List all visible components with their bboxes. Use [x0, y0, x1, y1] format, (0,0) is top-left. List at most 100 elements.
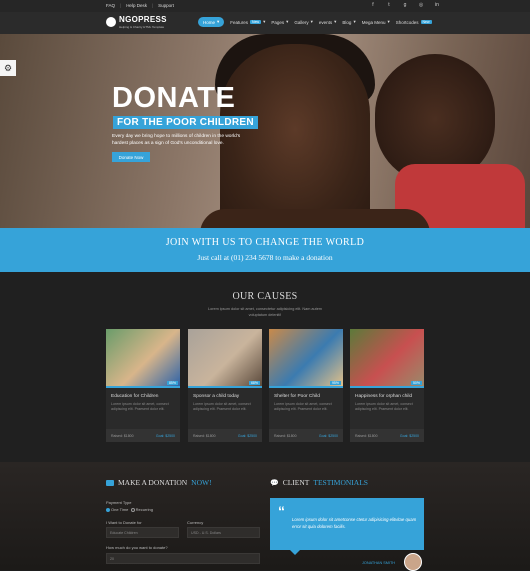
goal-amount: Goal: $2500 [237, 433, 257, 438]
top-link-support[interactable]: Support [158, 3, 174, 8]
cause-description: Lorem ipsum dolor sit amet, consect adip… [111, 402, 169, 411]
progress-bar [269, 386, 343, 388]
cause-title[interactable]: Shelter for Poor Child [274, 394, 320, 399]
quote-icon: “ [278, 503, 285, 519]
testimonial-author: JONATHAN SMITH [362, 561, 396, 565]
goal-amount: Goal: $2500 [155, 433, 175, 438]
hero-banner [0, 34, 530, 228]
avatar [404, 553, 422, 571]
chevron-down-icon: ▾ [217, 19, 220, 24]
brand-tagline: Helping & Charity HTML Template [119, 25, 165, 29]
cause-card[interactable]: 85% Education for Children Lorem ipsum d… [106, 329, 180, 442]
radio-one-time[interactable] [106, 507, 110, 512]
currency-select[interactable]: USD - U.S. Dollars [187, 527, 260, 538]
nav-label: Pages [271, 19, 285, 25]
goal-amount: Goal: $2500 [318, 433, 338, 438]
cause-image[interactable] [188, 329, 262, 386]
cause-image[interactable] [106, 329, 180, 386]
amount-label: How much do you want to donate? [106, 545, 168, 550]
google-plus-icon[interactable]: g [402, 2, 408, 8]
payment-type-options: One Time Recurring [106, 507, 153, 512]
raised-amount: Raised: $1800 [274, 433, 297, 438]
chevron-down-icon: ▾ [387, 19, 390, 24]
join-subheading: Just call at (01) 234 5678 to make a don… [197, 253, 333, 262]
cause-footer: Raised: $1800 Goal: $2500 [188, 429, 262, 442]
amount-value: 20 [110, 556, 114, 561]
cause-title[interactable]: Education for Children [111, 394, 158, 399]
chevron-down-icon: ▾ [353, 19, 356, 24]
nav-item-features[interactable]: Features New ▾ [230, 17, 265, 27]
donation-title: MAKE A DONATION [118, 478, 188, 487]
nav-item-blog[interactable]: Blog ▾ [342, 17, 355, 27]
cause-card[interactable]: 50% Happiness for orphan child Lorem ips… [350, 329, 424, 442]
chevron-down-icon: ▾ [286, 19, 289, 24]
nav-item-pages[interactable]: Pages ▾ [271, 17, 288, 27]
facebook-icon[interactable]: f [370, 2, 376, 8]
nav-item-events[interactable]: events ▾ [319, 17, 337, 27]
cause-image[interactable] [269, 329, 343, 386]
progress-badge: 50% [410, 381, 422, 385]
top-link-help-desk[interactable]: Help Desk [126, 3, 147, 8]
donation-testimonials-section [0, 462, 530, 570]
donation-heading: MAKE A DONATION NOW! [106, 478, 212, 487]
recurring-label: Recurring [135, 507, 153, 512]
join-banner: JOIN WITH US TO CHANGE THE WORLD Just ca… [0, 228, 530, 272]
chevron-down-icon: ▾ [310, 19, 313, 24]
causes-section: OUR CAUSES Lorem ipsum dolor sit amet, c… [0, 272, 530, 462]
amount-input[interactable]: 20 [106, 553, 260, 564]
cause-image[interactable] [350, 329, 424, 386]
linkedin-icon[interactable]: in [434, 2, 440, 8]
chevron-down-icon: ▾ [263, 19, 266, 24]
twitter-icon[interactable]: t [386, 2, 392, 8]
nav-item-home[interactable]: Home ▾ [198, 17, 225, 27]
progress-badge: 95% [329, 381, 341, 385]
testimonial-quote: “ Lorem ipsum dolor sit ametconse ctetur… [270, 498, 424, 555]
currency-value: USD - U.S. Dollars [191, 530, 221, 535]
nav-item-gallery[interactable]: Gallery ▾ [294, 17, 313, 27]
quote-text: Lorem ipsum dolor sit ametconse ctetur a… [292, 517, 417, 529]
currency-label: Currency [187, 520, 204, 525]
donate-to-select[interactable]: Educate Children [106, 527, 179, 538]
progress-bar [188, 386, 262, 388]
donate-to-label: I Want to Donate for [106, 520, 142, 525]
payment-type-label: Payment Type [106, 500, 132, 505]
cause-card[interactable]: 68% Sponsor a child today Lorem ipsum do… [188, 329, 262, 442]
cause-footer: Raised: $1800 Goal: $2500 [350, 429, 424, 442]
quote-tail [290, 550, 300, 555]
causes-subtitle: Lorem ipsum dolor sit amet, consectetur … [208, 307, 322, 317]
progress-bar [350, 386, 424, 388]
testimonials-title: CLIENT [282, 478, 310, 487]
cause-footer: Raised: $1800 Goal: $2500 [269, 429, 343, 442]
testimonials-title-accent: TESTIMONIALS [313, 478, 368, 487]
donate-to-value: Educate Children [110, 530, 138, 535]
nav-item-mega-menu[interactable]: Mega Menu ▾ [362, 17, 390, 27]
new-badge: New [250, 20, 262, 24]
nav-label: Shortcodes [395, 19, 419, 25]
top-bar: FAQ | Help Desk | Support f t g ◎ in [0, 0, 530, 12]
new-badge: New [420, 20, 432, 24]
cause-title[interactable]: Sponsor a child today [193, 394, 239, 399]
nav-label: Features [230, 19, 249, 25]
join-heading: JOIN WITH US TO CHANGE THE WORLD [165, 237, 365, 248]
logo[interactable]: NGOPRESS Helping & Charity HTML Template [106, 15, 167, 29]
hero-title: DONATE [112, 82, 236, 114]
raised-amount: Raised: $1800 [355, 433, 378, 438]
one-time-label: One Time [111, 507, 129, 512]
donate-now-button[interactable]: Donate Now [112, 152, 150, 162]
nav-label: Gallery [294, 19, 309, 25]
card-icon [106, 479, 114, 486]
radio-recurring[interactable] [130, 507, 135, 512]
cause-description: Lorem ipsum dolor sit amet, consect adip… [355, 402, 413, 411]
settings-gear-icon[interactable]: ⚙ [0, 60, 16, 76]
instagram-icon[interactable]: ◎ [418, 2, 424, 8]
nav-label: events [318, 19, 333, 25]
nav-label: Blog [342, 19, 352, 25]
divider: | [120, 3, 122, 8]
cause-title[interactable]: Happiness for orphan child [355, 394, 412, 399]
nav-label: Mega Menu [361, 19, 386, 25]
nav-item-shortcodes[interactable]: Shortcodes New [396, 17, 432, 27]
progress-badge: 85% [166, 381, 178, 385]
cause-card[interactable]: 95% Shelter for Poor Child Lorem ipsum d… [269, 329, 343, 442]
top-link-faq[interactable]: FAQ [106, 3, 115, 8]
hero-description: Every day we bring hope to millions of c… [112, 134, 241, 146]
